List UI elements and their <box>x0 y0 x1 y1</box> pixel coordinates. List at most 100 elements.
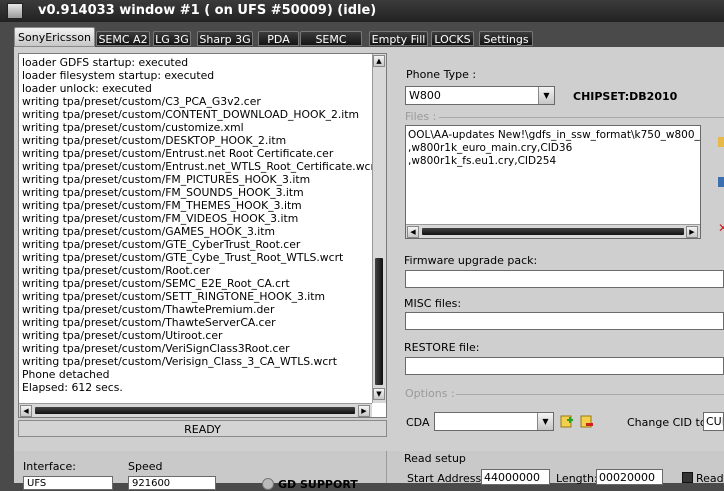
options-label: Options : <box>405 387 455 400</box>
files-list[interactable]: OOL\AA-updates New!\gdfs_in_ssw_format\k… <box>405 125 701 239</box>
length-value: 00020000 <box>599 471 655 484</box>
log-vertical-scrollbar[interactable]: ▲ ▼ <box>372 54 386 403</box>
chevron-down-icon[interactable]: ▼ <box>538 87 554 104</box>
scroll-left-icon[interactable]: ◀ <box>407 226 419 238</box>
add-file-icon[interactable] <box>560 414 574 428</box>
tab-settings[interactable]: Settings <box>479 31 533 46</box>
chevron-down-icon[interactable]: ▼ <box>537 413 553 430</box>
file-item[interactable]: ,w800r1k_fs.eu1.cry,CID254 <box>408 155 556 168</box>
tab-locks[interactable]: LOCKS <box>431 31 474 46</box>
tab-empty-fill[interactable]: Empty Fill <box>369 31 428 46</box>
bottom-panel: Interface: UFS Speed 921600 GD SUPPORT R… <box>14 451 724 491</box>
read-setup-label: Read setup <box>404 452 466 465</box>
tab-sharp-3g[interactable]: Sharp 3G <box>197 31 253 46</box>
log-line: writing tpa/preset/custom/FM_PICTURES_HO… <box>22 173 311 186</box>
speed-label: Speed <box>128 460 163 473</box>
cda-select[interactable]: ▼ <box>434 412 554 431</box>
log-line: writing tpa/preset/custom/Entrust.net Ro… <box>22 147 334 160</box>
firmware-label: Firmware upgrade pack: <box>404 254 538 267</box>
log-line: writing tpa/preset/custom/CONTENT_DOWNLO… <box>22 108 360 121</box>
app-icon <box>7 3 23 19</box>
log-line: writing tpa/preset/custom/Verisign_Class… <box>22 355 337 368</box>
log-line: writing tpa/preset/custom/SEMC_E2E_Root_… <box>22 277 290 290</box>
log-line: writing tpa/preset/custom/ThawteServerCA… <box>22 316 276 329</box>
length-label: Length: <box>556 472 598 485</box>
file-item[interactable]: ,w800r1k_euro_main.cry,CID36 <box>408 142 572 155</box>
close-icon[interactable]: ✕ <box>718 223 724 233</box>
log-line: writing tpa/preset/custom/SETT_RINGTONE_… <box>22 290 326 303</box>
log-output[interactable]: loader GDFS startup: executed loader fil… <box>18 53 387 418</box>
restore-file-label: RESTORE file: <box>404 341 480 354</box>
phone-type-value: W800 <box>409 89 441 102</box>
log-line: writing tpa/preset/custom/GTE_CyberTrust… <box>22 238 301 251</box>
misc-files-label: MISC files: <box>404 297 462 310</box>
files-label: Files : <box>405 110 437 123</box>
right-panel: Phone Type : W800 ▼ CHIPSET:DB2010 Files… <box>389 50 724 450</box>
log-line: writing tpa/preset/custom/FM_THEMES_HOOK… <box>22 199 302 212</box>
log-line: writing tpa/preset/custom/ThawtePremium.… <box>22 303 275 316</box>
speed-select[interactable]: 921600 <box>128 476 216 490</box>
firmware-field[interactable] <box>405 270 724 288</box>
log-line: writing tpa/preset/custom/Root.cer <box>22 264 211 277</box>
tab-semc-a2[interactable]: SEMC A2 <box>96 31 150 46</box>
file-item[interactable]: OOL\AA-updates New!\gdfs_in_ssw_format\k… <box>408 129 700 142</box>
change-cid-label: Change CID to <box>627 416 707 429</box>
status-ready: READY <box>18 420 387 437</box>
log-line: loader filesystem startup: executed <box>22 69 215 82</box>
folder-icon[interactable] <box>718 137 724 147</box>
speed-value: 921600 <box>132 478 171 489</box>
start-address-label: Start Address: <box>407 472 485 485</box>
log-line: writing tpa/preset/custom/C3_PCA_G3v2.ce… <box>22 95 261 108</box>
tab-lg-3g[interactable]: LG 3G <box>153 31 191 46</box>
log-line: writing tpa/preset/custom/GTE_Cybe_Trust… <box>22 251 344 264</box>
interface-value: UFS <box>27 478 47 489</box>
log-horizontal-scrollbar[interactable]: ◀ ▶ <box>19 403 372 417</box>
log-line: writing tpa/preset/custom/GAMES_HOOK_3.i… <box>22 225 275 238</box>
tab-sonyericsson[interactable]: SonyEricsson <box>14 27 95 47</box>
interface-label: Interface: <box>23 460 76 473</box>
change-cid-select[interactable]: CUR <box>703 412 724 431</box>
change-cid-value: CUR <box>706 415 723 428</box>
read-label: Read <box>696 472 724 485</box>
chipset-label: CHIPSET:DB2010 <box>573 90 678 103</box>
log-line: writing tpa/preset/custom/VeriSignClass3… <box>22 342 290 355</box>
files-hscroll-thumb[interactable] <box>422 228 684 235</box>
log-line: loader unlock: executed <box>22 82 152 95</box>
interface-select[interactable]: UFS <box>23 476 113 490</box>
log-line: writing tpa/preset/custom/Utiroot.cer <box>22 329 223 342</box>
window-title: v0.914033 window #1 ( on UFS #50009) (id… <box>38 3 377 18</box>
divider <box>439 117 724 118</box>
log-line: writing tpa/preset/custom/customize.xml <box>22 121 244 134</box>
title-bar: v0.914033 window #1 ( on UFS #50009) (id… <box>0 0 724 22</box>
scroll-left-icon[interactable]: ◀ <box>20 405 32 417</box>
misc-files-field[interactable] <box>405 312 724 330</box>
cda-label: CDA <box>406 416 430 429</box>
divider <box>456 394 724 395</box>
log-line: writing tpa/preset/custom/FM_VIDEOS_HOOK… <box>22 212 299 225</box>
phone-type-label: Phone Type : <box>406 68 477 81</box>
tab-semc-odm[interactable]: SEMC ODM <box>300 31 362 61</box>
files-horizontal-scrollbar[interactable]: ◀ ▶ <box>406 224 700 238</box>
log-line: writing tpa/preset/custom/Entrust.net_WT… <box>22 160 380 173</box>
read-checkbox[interactable] <box>682 472 693 483</box>
scroll-up-icon[interactable]: ▲ <box>373 55 385 67</box>
log-scroll-thumb[interactable] <box>375 258 383 385</box>
main-panel: loader GDFS startup: executed loader fil… <box>14 47 724 483</box>
gd-support-icon[interactable] <box>262 478 274 490</box>
phone-type-select[interactable]: W800 ▼ <box>405 86 555 105</box>
log-line: writing tpa/preset/custom/FM_SOUNDS_HOOK… <box>22 186 304 199</box>
restore-file-field[interactable] <box>405 357 724 375</box>
log-line: writing tpa/preset/custom/DESKTOP_HOOK_2… <box>22 134 287 147</box>
log-line: Elapsed: 612 secs. <box>22 381 123 394</box>
gd-support-label[interactable]: GD SUPPORT <box>278 478 358 491</box>
scroll-right-icon[interactable]: ▶ <box>358 405 370 417</box>
divider <box>386 451 387 483</box>
tab-pda[interactable]: PDA <box>258 31 299 46</box>
cut-icon[interactable] <box>718 177 724 187</box>
start-address-value: 44000000 <box>484 471 540 484</box>
scroll-down-icon[interactable]: ▼ <box>373 388 385 400</box>
log-line: Phone detached <box>22 368 110 381</box>
log-hscroll-thumb[interactable] <box>35 407 355 414</box>
scroll-right-icon[interactable]: ▶ <box>686 226 698 238</box>
remove-file-icon[interactable] <box>580 414 594 428</box>
